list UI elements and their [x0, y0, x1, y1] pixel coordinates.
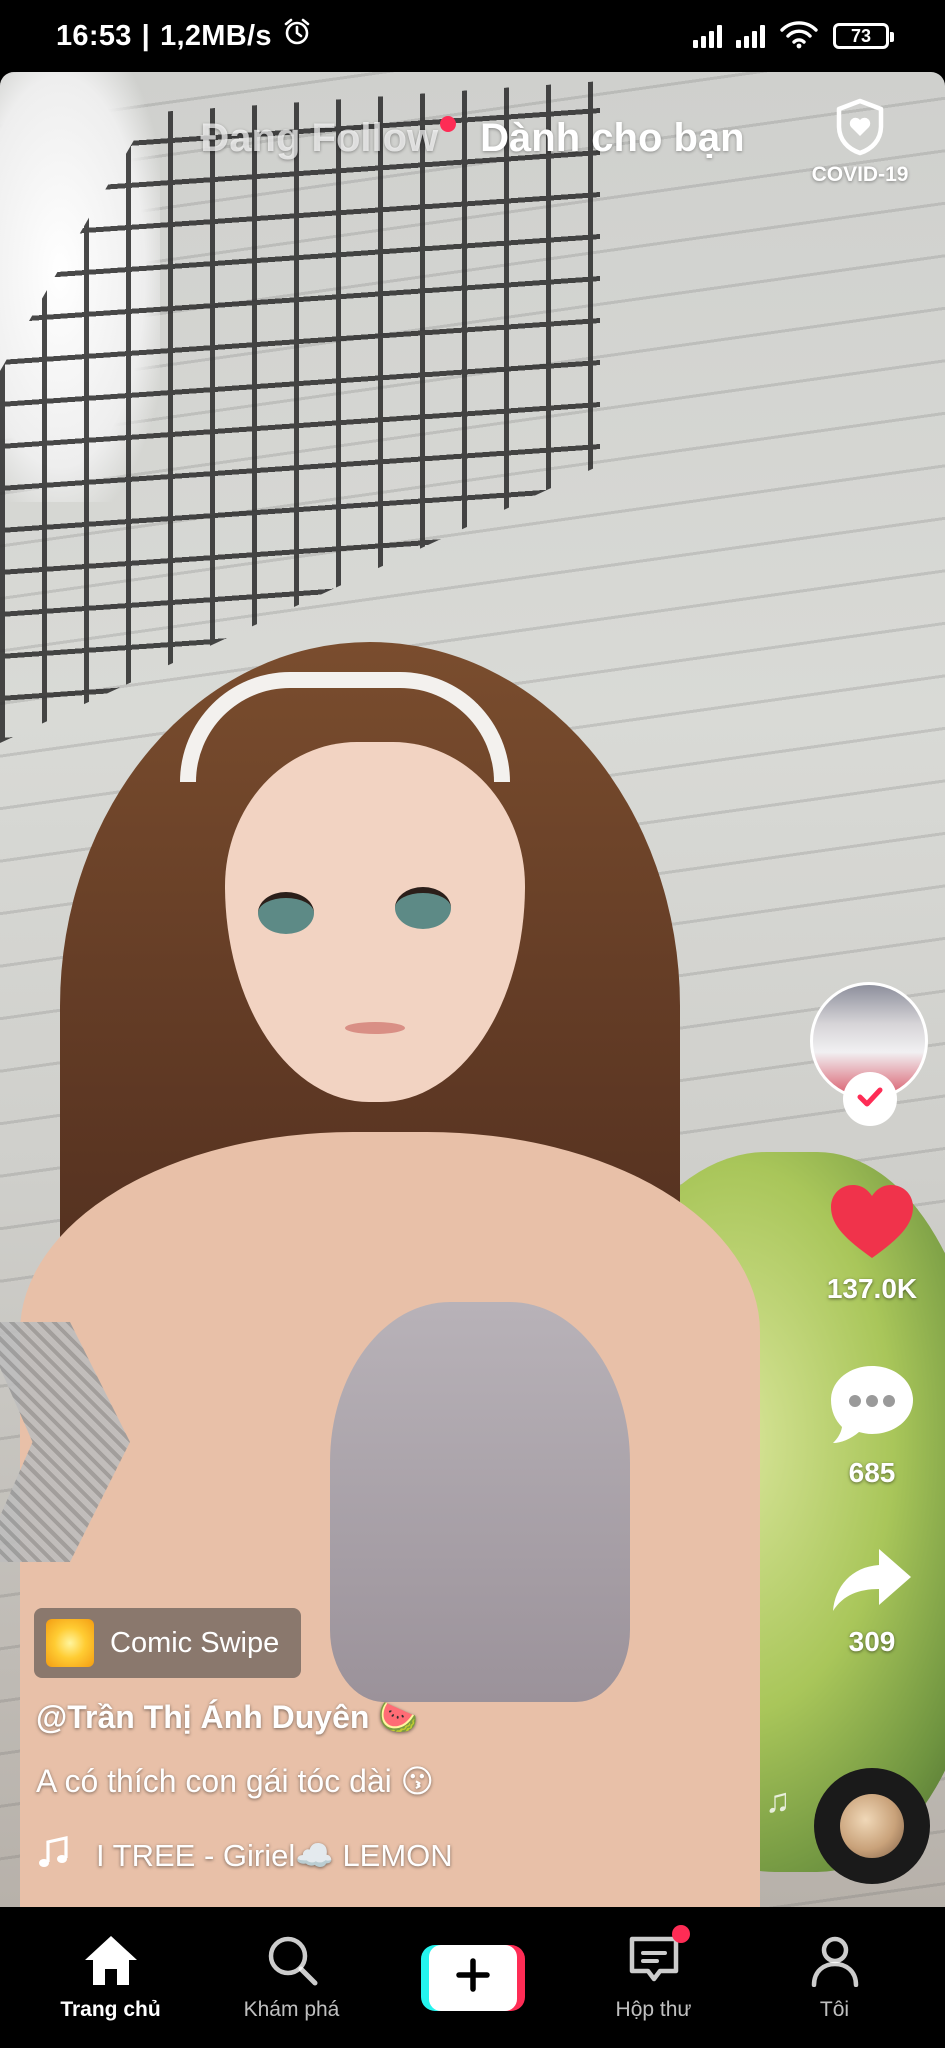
- create-button-face: [428, 1944, 517, 2011]
- inbox-notification-dot: [671, 1925, 690, 1943]
- tab-following-label: Đang Follow: [200, 115, 439, 160]
- alarm-icon: [282, 17, 312, 55]
- nav-home-label: Trang chủ: [60, 1998, 161, 2021]
- notification-dot: [440, 115, 457, 132]
- bottom-nav: Trang chủ Khám phá Hộp thư Tôi: [0, 1907, 945, 2048]
- music-row[interactable]: I TREE - Giriel☁️ LEMON: [36, 1830, 476, 1880]
- check-icon: [854, 1081, 886, 1118]
- status-bar: 16:53 | 1,2MB/s 73: [0, 0, 945, 72]
- effect-chip[interactable]: Comic Swipe: [34, 1608, 302, 1678]
- video-girl-lips: [345, 1022, 405, 1034]
- effect-label: Comic Swipe: [110, 1626, 280, 1659]
- music-disc[interactable]: [814, 1768, 930, 1884]
- creator-avatar[interactable]: [810, 982, 930, 1126]
- video-caption: A có thích con gái tóc dài 😗: [36, 1763, 435, 1799]
- shield-heart-icon: [834, 98, 886, 161]
- covid-label: COVID-19: [811, 163, 909, 186]
- followed-badge[interactable]: [843, 1072, 897, 1126]
- like-action[interactable]: 137.0K: [812, 1182, 932, 1305]
- share-count: 309: [848, 1626, 896, 1657]
- share-icon: [829, 1545, 915, 1620]
- music-note-icon: [36, 1835, 70, 1875]
- nav-profile-label: Tôi: [819, 1998, 850, 2021]
- nav-inbox[interactable]: Hộp thư: [579, 1925, 729, 2022]
- comment-icon: [827, 1362, 917, 1451]
- profile-icon: [808, 1933, 862, 1992]
- status-right: 73: [693, 19, 894, 54]
- plus-icon: [455, 1957, 491, 1998]
- signal-icon-2: [736, 24, 765, 48]
- like-count: 137.0K: [826, 1273, 918, 1304]
- music-title: I TREE - Giriel☁️ LEMON: [96, 1837, 453, 1873]
- tab-for-you-label: Dành cho bạn: [480, 115, 745, 160]
- covid-button[interactable]: COVID-19: [805, 98, 915, 187]
- tab-following[interactable]: Đang Follow: [200, 115, 457, 161]
- status-network-speed: 1,2MB/s: [160, 19, 272, 52]
- effect-icon: [46, 1619, 94, 1667]
- video-girl-left-eye: [258, 892, 314, 934]
- feed-tabs: Đang Follow Dành cho bạn: [0, 108, 945, 168]
- creator-username[interactable]: @Trần Thị Ánh Duyên 🍉: [36, 1698, 418, 1736]
- battery-level: 73: [850, 25, 872, 46]
- home-icon: [83, 1933, 139, 1992]
- status-time: 16:53: [56, 19, 132, 52]
- inbox-icon: [626, 1925, 690, 1992]
- nav-discover[interactable]: Khám phá: [217, 1933, 367, 2022]
- heart-icon: [827, 1182, 917, 1267]
- comment-action[interactable]: 685: [812, 1362, 932, 1489]
- create-button[interactable]: [420, 1944, 525, 2011]
- nav-discover-label: Khám phá: [243, 1998, 340, 2021]
- signal-icon: [693, 24, 722, 48]
- video-girl-right-eye: [395, 887, 451, 929]
- search-icon: [265, 1933, 319, 1992]
- status-separator: |: [141, 19, 151, 52]
- comment-count: 685: [848, 1457, 896, 1488]
- share-action[interactable]: 309: [812, 1545, 932, 1658]
- nav-inbox-label: Hộp thư: [615, 1998, 692, 2021]
- tab-for-you[interactable]: Dành cho bạn: [480, 116, 744, 161]
- music-disc-cover: [840, 1794, 904, 1858]
- nav-profile[interactable]: Tôi: [760, 1933, 910, 2022]
- floating-music-note-icon: ♫: [765, 1782, 791, 1820]
- battery-icon: 73: [833, 23, 894, 49]
- wifi-icon: [779, 19, 819, 54]
- nav-create[interactable]: [398, 1944, 548, 2011]
- status-left: 16:53 | 1,2MB/s: [56, 17, 312, 55]
- video-girl-top: [330, 1302, 630, 1702]
- nav-home[interactable]: Trang chủ: [36, 1933, 186, 2022]
